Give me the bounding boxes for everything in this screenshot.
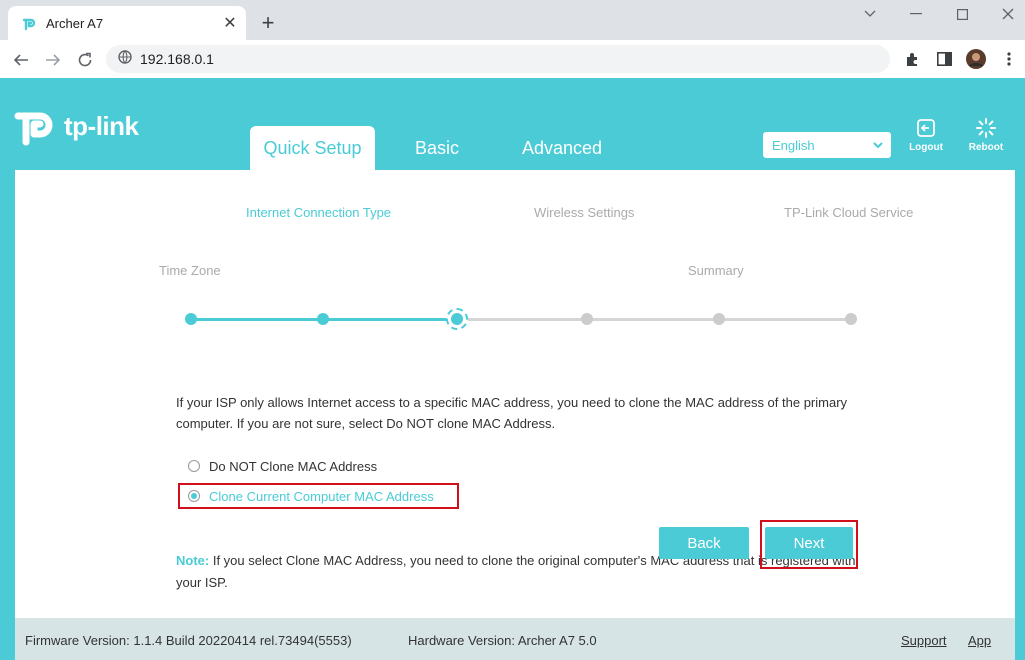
step-dot-internet-connection-type bbox=[317, 313, 329, 325]
tab-quick-setup[interactable]: Quick Setup bbox=[250, 126, 375, 170]
option-do-not-clone-label: Do NOT Clone MAC Address bbox=[209, 458, 378, 474]
more-menu-icon[interactable] bbox=[999, 49, 1019, 69]
browser-tab[interactable]: Archer A7 ✕ bbox=[8, 6, 246, 40]
highlight-box-next-button bbox=[760, 520, 858, 569]
note-label: Note: bbox=[176, 553, 210, 568]
reload-icon[interactable] bbox=[74, 49, 96, 71]
browser-toolbar: 192.168.0.1 bbox=[0, 40, 1025, 78]
minimize-icon[interactable] bbox=[898, 4, 934, 24]
firmware-version: Firmware Version: 1.1.4 Build 20220414 r… bbox=[25, 633, 352, 648]
new-tab-icon[interactable]: + bbox=[256, 10, 280, 35]
progress-track-pending bbox=[455, 318, 851, 321]
profile-avatar[interactable] bbox=[966, 49, 986, 69]
step-dot-wireless-settings bbox=[581, 313, 593, 325]
step-dot-current bbox=[446, 308, 468, 330]
extensions-puzzle-icon[interactable] bbox=[903, 49, 923, 69]
url-text: 192.168.0.1 bbox=[140, 51, 214, 67]
step-dot-summary bbox=[713, 313, 725, 325]
chevron-down-icon bbox=[872, 139, 884, 154]
footer: Firmware Version: 1.1.4 Build 20220414 r… bbox=[15, 618, 1015, 660]
step-dot-time-zone bbox=[185, 313, 197, 325]
hardware-version: Hardware Version: Archer A7 5.0 bbox=[408, 633, 597, 648]
reboot-button[interactable]: Reboot bbox=[962, 118, 1010, 153]
app-link[interactable]: App bbox=[968, 633, 991, 648]
back-arrow-icon[interactable] bbox=[10, 49, 32, 71]
chevron-down-icon[interactable] bbox=[852, 4, 888, 24]
reboot-icon bbox=[976, 118, 996, 138]
language-value: English bbox=[772, 137, 815, 153]
logout-icon bbox=[917, 119, 935, 137]
step-label-wireless-settings: Wireless Settings bbox=[534, 205, 635, 220]
tab-advanced[interactable]: Advanced bbox=[514, 126, 610, 170]
step-label-tplink-cloud-service: TP-Link Cloud Service bbox=[784, 205, 914, 220]
address-bar[interactable]: 192.168.0.1 bbox=[106, 45, 890, 73]
step-label-time-zone: Time Zone bbox=[159, 263, 221, 278]
language-select[interactable]: English bbox=[763, 132, 891, 158]
step-dot-tplink-cloud-service bbox=[845, 313, 857, 325]
main-content: Time Zone Internet Connection Type Wirel… bbox=[15, 170, 1015, 618]
highlight-box-clone-option bbox=[178, 483, 459, 509]
step-label-summary: Summary bbox=[688, 263, 744, 278]
tplink-favicon-icon bbox=[20, 14, 38, 32]
note-text: If you select Clone MAC Address, you nee… bbox=[176, 553, 856, 590]
logo-text: tp-link bbox=[64, 110, 139, 141]
logout-label: Logout bbox=[909, 142, 943, 153]
tplink-logo-icon bbox=[14, 112, 53, 146]
maximize-icon[interactable] bbox=[944, 4, 980, 24]
close-window-icon[interactable] bbox=[990, 4, 1025, 24]
site-info-globe-icon[interactable] bbox=[118, 49, 132, 69]
radio-do-not-clone[interactable] bbox=[188, 460, 200, 472]
tab-basic[interactable]: Basic bbox=[405, 126, 469, 170]
step-label-internet-connection-type: Internet Connection Type bbox=[246, 205, 392, 220]
logout-button[interactable]: Logout bbox=[902, 118, 950, 153]
browser-tab-bar: Archer A7 ✕ + bbox=[0, 0, 1025, 40]
router-admin-page: tp-link Quick Setup Basic Advanced Engli… bbox=[0, 78, 1025, 660]
close-tab-icon[interactable]: ✕ bbox=[220, 13, 240, 33]
mac-clone-description: If your ISP only allows Internet access … bbox=[176, 395, 848, 431]
tab-title: Archer A7 bbox=[46, 15, 104, 31]
side-panel-icon[interactable] bbox=[934, 49, 954, 69]
reboot-label: Reboot bbox=[968, 142, 1004, 153]
back-button[interactable]: Back bbox=[659, 527, 749, 559]
support-link[interactable]: Support bbox=[901, 633, 947, 648]
forward-arrow-icon[interactable] bbox=[42, 49, 64, 71]
tplink-logo: tp-link bbox=[14, 104, 139, 148]
option-do-not-clone[interactable]: Do NOT Clone MAC Address bbox=[188, 456, 377, 476]
